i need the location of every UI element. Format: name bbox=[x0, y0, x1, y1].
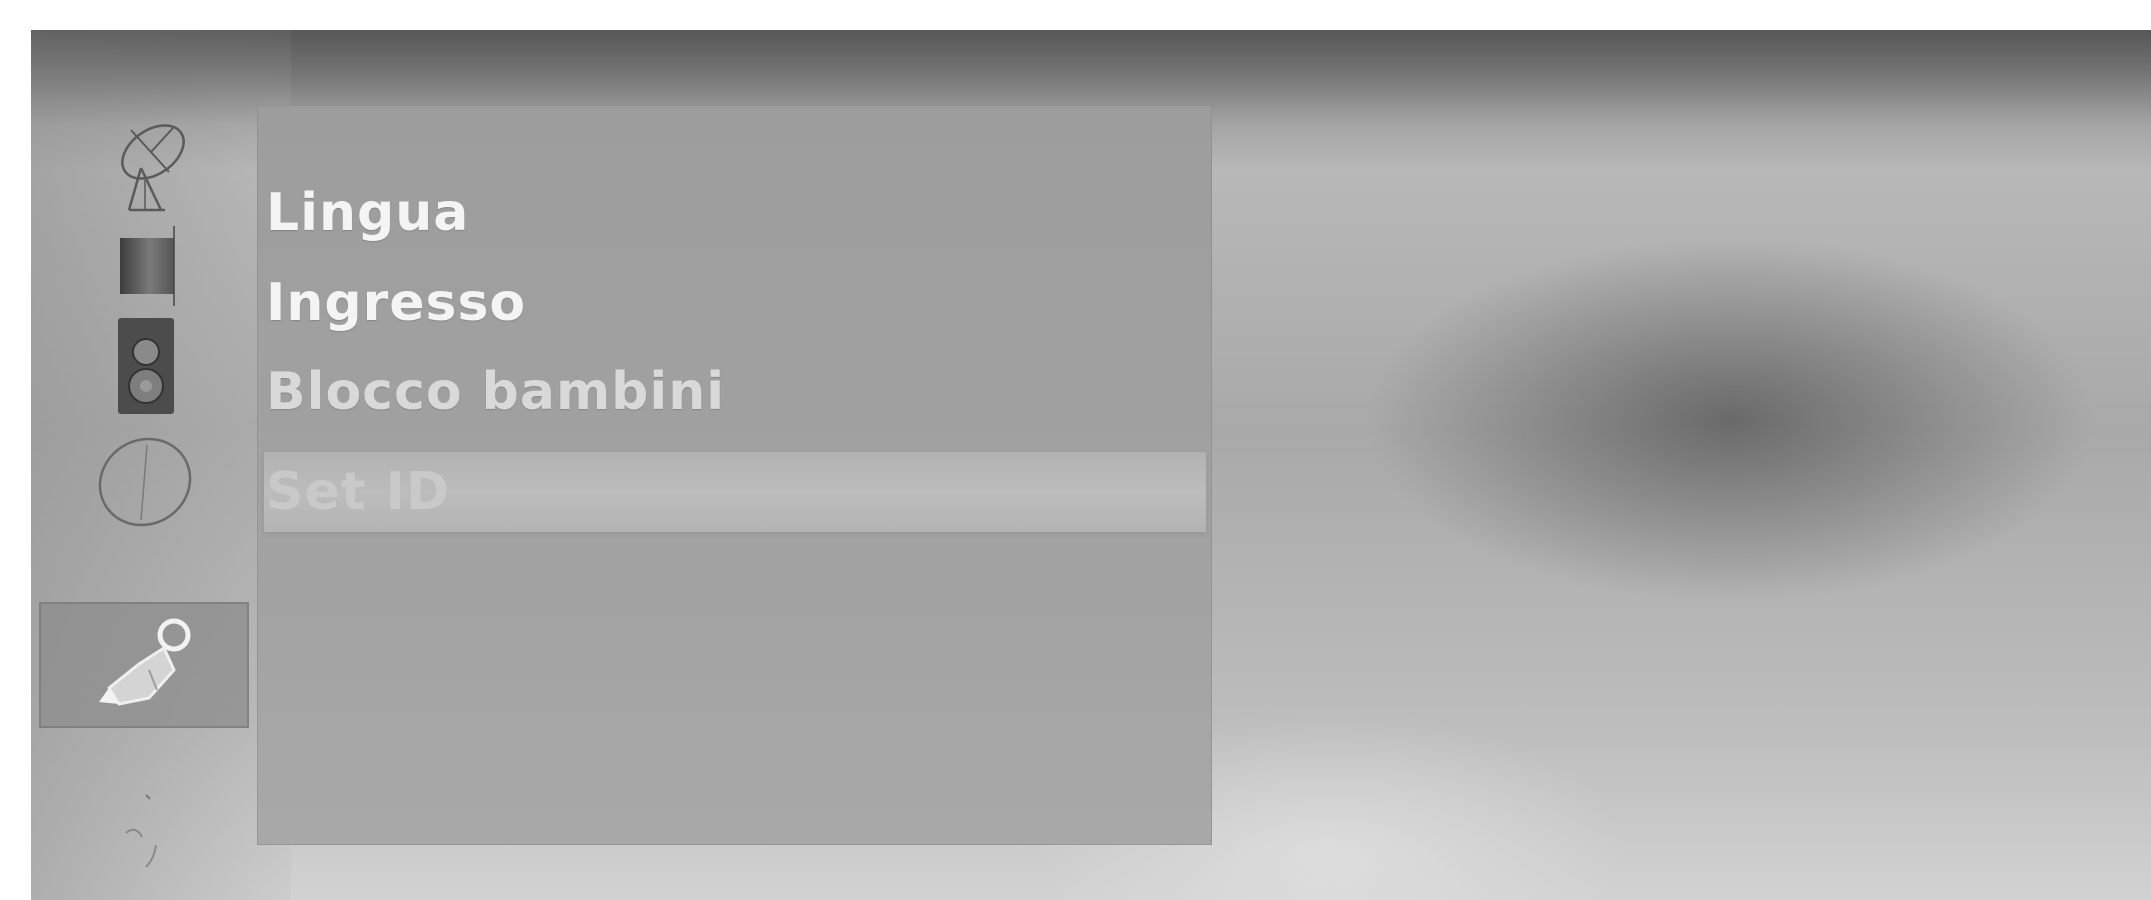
picture-icon[interactable] bbox=[86, 210, 206, 320]
speaker-icon[interactable] bbox=[86, 310, 206, 420]
menu-item-label: Lingua bbox=[266, 183, 470, 243]
menu-item-label: Ingresso bbox=[266, 273, 527, 333]
option-menu-panel: Lingua Ingresso Blocco bambini Set ID bbox=[257, 105, 1212, 845]
screen-icon[interactable] bbox=[86, 775, 206, 885]
menu-item-set-id[interactable]: Set ID bbox=[264, 452, 1206, 532]
menu-item-blocco-bambini[interactable]: Blocco bambini bbox=[264, 352, 1206, 432]
tv-screen: Lingua Ingresso Blocco bambini Set ID bbox=[31, 30, 2151, 900]
satellite-dish-icon[interactable] bbox=[86, 110, 206, 220]
menu-item-label: Set ID bbox=[266, 462, 451, 522]
menu-item-ingresso[interactable]: Ingresso bbox=[264, 263, 1206, 343]
menu-item-label: Blocco bambini bbox=[266, 362, 726, 422]
option-icon[interactable] bbox=[39, 602, 249, 728]
menu-category-sidebar bbox=[31, 30, 261, 900]
clock-icon[interactable] bbox=[86, 425, 206, 535]
menu-item-lingua[interactable]: Lingua bbox=[264, 173, 1206, 253]
